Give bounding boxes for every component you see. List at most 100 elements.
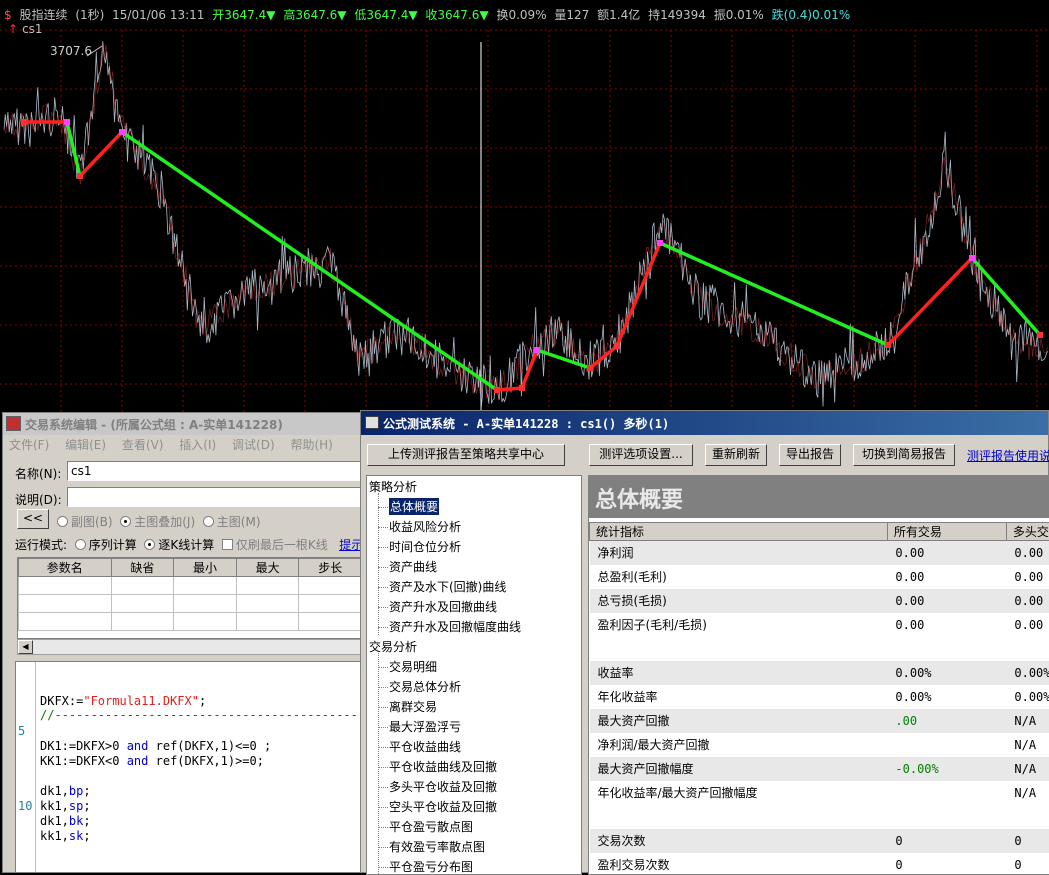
all-trades-value — [887, 805, 1006, 829]
analysis-tree[interactable]: 策略分析总体概要收益风险分析时间仓位分析资产曲线资产及水下(回撤)曲线资产升水及… — [366, 475, 582, 875]
col-max[interactable]: 最大 — [236, 559, 299, 577]
refresh-last-label: 仅刷最后一根K线 — [236, 538, 328, 552]
all-trades-value: 0 — [887, 829, 1006, 853]
menu-insert[interactable]: 插入(I) — [179, 438, 216, 452]
col-all-trades[interactable]: 所有交易 — [887, 523, 1006, 541]
param-table[interactable]: 参数名 缺省 最小 最大 步长 — [17, 557, 363, 639]
tree-item[interactable]: 资产曲线 — [389, 558, 437, 575]
window-icon — [365, 416, 379, 429]
report-heading: 总体概要 — [589, 476, 1049, 518]
col-default[interactable]: 缺省 — [111, 559, 174, 577]
col-step[interactable]: 步长 — [299, 559, 362, 577]
report-help-link[interactable]: 测评报告使用说 — [967, 447, 1049, 464]
tree-item[interactable]: 总体概要 — [389, 498, 439, 515]
metric-name: 净利润/最大资产回撤 — [590, 733, 888, 757]
tree-item[interactable]: 时间仓位分析 — [389, 538, 461, 555]
menu-help[interactable]: 帮助(H) — [290, 438, 332, 452]
metric-name: 总亏损(毛损) — [590, 589, 888, 613]
radio-sequence[interactable] — [75, 539, 86, 550]
editor-title: 交易系统编辑 - (所属公式组 : A-实单141228) — [25, 418, 283, 432]
tree-item[interactable]: 平仓收益曲线 — [389, 738, 461, 755]
tree-item[interactable]: 平仓盈亏分布图 — [389, 858, 473, 875]
all-trades-value: 0.00% — [887, 685, 1006, 709]
tree-item[interactable]: 空头平仓收益及回撤 — [389, 798, 497, 815]
all-trades-value — [887, 733, 1006, 757]
radio-mainchart[interactable] — [203, 516, 214, 527]
amplitude: 振0.01% — [714, 8, 764, 22]
refresh-button[interactable]: 重新刷新 — [705, 444, 767, 466]
all-trades-value: 0.00 — [887, 589, 1006, 613]
editor-titlebar[interactable]: 交易系统编辑 - (所属公式组 : A-实单141228) — [3, 413, 363, 435]
tree-item[interactable]: 有效盈亏率散点图 — [389, 838, 485, 855]
test-options-button[interactable]: 测评选项设置... — [589, 444, 693, 466]
tree-item[interactable]: 最大浮盈浮亏 — [389, 718, 461, 735]
datetime: 15/01/06 13:11 — [112, 8, 204, 22]
metric-name: 总盈利(毛利) — [590, 565, 888, 589]
tree-group-trades[interactable]: 交易分析 — [369, 638, 417, 655]
long-trades-value: 0.00% — [1006, 685, 1049, 709]
indicator-name: cs1 — [22, 22, 42, 36]
metric-name: 年化收益率 — [590, 685, 888, 709]
metric-name — [590, 637, 888, 661]
tree-item[interactable]: 资产升水及回撤幅度曲线 — [389, 618, 521, 635]
formula-test-window[interactable]: 公式测试系统 - A-实单141228 : cs1() 多秒(1) 上传测评报告… — [360, 410, 1049, 873]
price-chart[interactable]: $ 股指连续 (1秒) 15/01/06 13:11 开3647.4▼ 高364… — [0, 0, 1049, 412]
subchart-label: 副图(B) — [71, 515, 113, 529]
all-trades-value: -0.00% — [887, 757, 1006, 781]
code-editor[interactable]: 5 10 DKFX:="Formula11.DKFX"; //---------… — [15, 661, 363, 873]
long-trades-value: 0.00 — [1006, 613, 1049, 637]
table-row: 总亏损(毛损)0.000.00 — [590, 589, 1049, 613]
long-trades-value: N/A — [1006, 709, 1049, 733]
export-report-button[interactable]: 导出报告 — [779, 444, 841, 466]
tree-item[interactable]: 离群交易 — [389, 698, 437, 715]
menu-file[interactable]: 文件(F) — [9, 438, 49, 452]
tree-item[interactable]: 平仓盈亏散点图 — [389, 818, 473, 835]
tree-item[interactable]: 交易总体分析 — [389, 678, 461, 695]
table-row: 收益率0.00%0.00% — [590, 661, 1049, 685]
radio-subchart[interactable] — [57, 516, 68, 527]
report-titlebar[interactable]: 公式测试系统 - A-实单141228 : cs1() 多秒(1) — [361, 411, 1048, 435]
line-number: 5 — [18, 724, 25, 738]
long-trades-value: N/A — [1006, 757, 1049, 781]
stats-table: 统计指标 所有交易 多头交 净利润0.000.00总盈利(毛利)0.000.00… — [589, 522, 1049, 875]
long-trades-value: 0 — [1006, 853, 1049, 875]
long-trades-value: N/A — [1006, 781, 1049, 805]
desc-input[interactable] — [67, 487, 367, 507]
param-scrollbar[interactable]: ◀ — [17, 639, 363, 655]
table-row[interactable] — [19, 595, 362, 613]
close-price: 收3647.6▼ — [425, 8, 488, 22]
formula-editor-window[interactable]: 交易系统编辑 - (所属公式组 : A-实单141228) 文件(F) 编辑(E… — [2, 412, 364, 873]
code-line: DK1:=DKFX>0 and ref(DKFX,1)<=0 ; — [40, 739, 271, 753]
radio-overlay[interactable] — [120, 516, 131, 527]
collapse-button[interactable]: << — [17, 509, 49, 529]
col-min[interactable]: 最小 — [174, 559, 237, 577]
simple-report-button[interactable]: 切换到简易报告 — [853, 444, 955, 466]
tree-item[interactable]: 资产升水及回撤曲线 — [389, 598, 497, 615]
metric-name — [590, 805, 888, 829]
refresh-last-checkbox[interactable] — [222, 539, 233, 550]
scroll-left-icon[interactable]: ◀ — [18, 640, 33, 654]
metric-name: 年化收益率/最大资产回撤幅度 — [590, 781, 888, 805]
table-row: 盈利交易次数00 — [590, 853, 1049, 875]
col-param-name[interactable]: 参数名 — [19, 559, 112, 577]
tree-group-strategy[interactable]: 策略分析 — [369, 478, 417, 495]
tree-item[interactable]: 资产及水下(回撤)曲线 — [389, 578, 506, 595]
upload-report-button[interactable]: 上传测评报告至策略共享中心 — [367, 444, 565, 466]
code-line: DKFX:="Formula11.DKFX"; — [40, 694, 206, 708]
menu-view[interactable]: 查看(V) — [122, 438, 164, 452]
tree-item[interactable]: 收益风险分析 — [389, 518, 461, 535]
col-metric[interactable]: 统计指标 — [590, 523, 888, 541]
radio-per-bar[interactable] — [144, 539, 155, 550]
chart-type-options: 副图(B) 主图叠加(J) 主图(M) — [57, 513, 261, 530]
col-long-trades[interactable]: 多头交 — [1006, 523, 1049, 541]
tree-item[interactable]: 多头平仓收益及回撤 — [389, 778, 497, 795]
menu-debug[interactable]: 调试(D) — [232, 438, 275, 452]
table-row[interactable] — [19, 577, 362, 595]
tree-item[interactable]: 平仓收益曲线及回撤 — [389, 758, 497, 775]
all-trades-value — [887, 637, 1006, 661]
table-row — [590, 805, 1049, 829]
tree-item[interactable]: 交易明细 — [389, 658, 437, 675]
table-row[interactable] — [19, 613, 362, 631]
name-input[interactable]: cs1 — [67, 461, 367, 481]
menu-edit[interactable]: 编辑(E) — [65, 438, 106, 452]
